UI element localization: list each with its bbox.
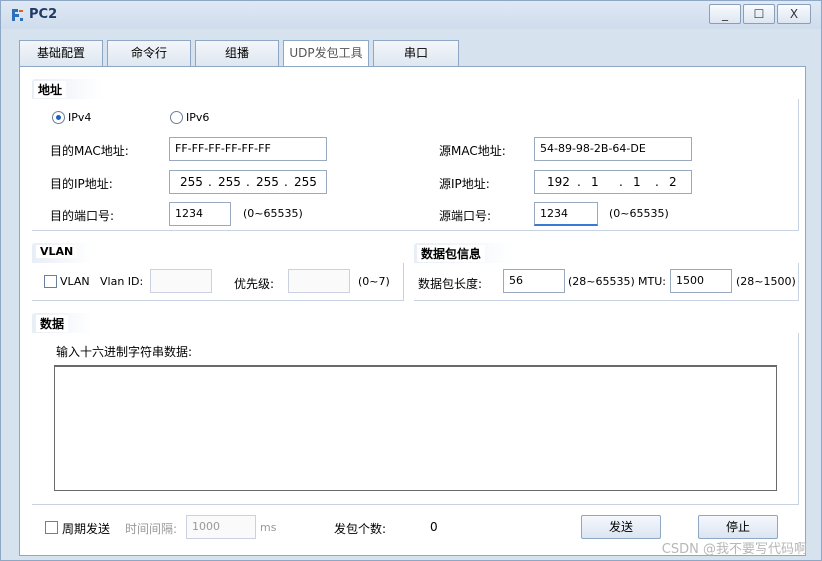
- dst-ip-input[interactable]: 255 . 255 . 255 . 255: [169, 170, 327, 194]
- src-ip-input[interactable]: 192 . 1 . 1 . 2: [534, 170, 692, 194]
- hex-data-label: 输入十六进制字符串数据:: [56, 345, 193, 359]
- stop-button[interactable]: 停止: [698, 515, 778, 539]
- length-label: 数据包长度:: [418, 277, 483, 291]
- tab-udp-tool[interactable]: UDP发包工具: [283, 40, 369, 68]
- mtu-range: (28~1500): [736, 275, 796, 288]
- packet-count-label: 发包个数:: [334, 522, 387, 536]
- title-bar[interactable]: PC2 _ ☐ X: [1, 1, 821, 29]
- address-group: IPv4 IPv6 目的MAC地址: FF-FF-FF-FF-FF-FF 源MA…: [32, 99, 799, 231]
- send-button[interactable]: 发送: [581, 515, 661, 539]
- minimize-button[interactable]: _: [709, 4, 741, 24]
- dst-mac-label: 目的MAC地址:: [50, 144, 129, 158]
- src-port-input[interactable]: 1234: [534, 202, 598, 226]
- dot: .: [284, 175, 288, 189]
- interval-input[interactable]: 1000: [186, 515, 256, 539]
- pc-app-icon: [12, 9, 23, 21]
- interval-unit: ms: [260, 521, 277, 534]
- ipv4-radio[interactable]: [52, 111, 65, 124]
- src-ip-octet-3: 1: [633, 175, 641, 189]
- window-title: PC2: [29, 7, 58, 22]
- priority-range: (0~7): [358, 275, 390, 288]
- mtu-input[interactable]: 1500: [670, 269, 732, 293]
- src-mac-input[interactable]: 54-89-98-2B-64-DE: [534, 137, 692, 161]
- hex-data-textarea[interactable]: [54, 365, 777, 491]
- priority-input[interactable]: [288, 269, 350, 293]
- vlan-id-label: Vlan ID:: [100, 275, 144, 288]
- dst-ip-octet-3: 255: [256, 175, 279, 189]
- vlan-checkbox[interactable]: [44, 275, 57, 288]
- priority-label: 优先级:: [234, 277, 275, 291]
- packet-count-value: 0: [430, 520, 438, 534]
- dot: .: [208, 175, 212, 189]
- vlan-checkbox-label: VLAN: [60, 275, 90, 288]
- dst-ip-octet-4: 255: [294, 175, 317, 189]
- dst-ip-octet-1: 255: [180, 175, 203, 189]
- vlan-id-input[interactable]: [150, 269, 212, 293]
- periodic-send-label: 周期发送: [62, 522, 111, 536]
- dst-port-range: (0~65535): [243, 207, 303, 220]
- tab-basic-config[interactable]: 基础配置: [19, 40, 103, 67]
- src-ip-octet-4: 2: [669, 175, 677, 189]
- dot: .: [577, 175, 581, 189]
- ipv4-label: IPv4: [68, 111, 92, 124]
- dot: .: [619, 175, 623, 189]
- data-group: 输入十六进制字符串数据:: [32, 333, 799, 505]
- dst-ip-label: 目的IP地址:: [50, 177, 113, 191]
- address-legend: 地址: [34, 81, 67, 98]
- udp-tool-panel: 地址 IPv4 IPv6 目的MAC地址: FF-FF-FF-FF-FF-FF …: [19, 66, 806, 556]
- src-ip-octet-2: 1: [591, 175, 599, 189]
- vlan-group: VLAN Vlan ID: 优先级: (0~7): [32, 263, 404, 301]
- packet-group: 数据包长度: 56 (28~65535) MTU: 1500 (28~1500): [414, 263, 799, 301]
- dot: .: [655, 175, 659, 189]
- dst-ip-octet-2: 255: [218, 175, 241, 189]
- data-legend: 数据: [36, 315, 69, 332]
- ipv6-radio[interactable]: [170, 111, 183, 124]
- mtu-label: MTU:: [638, 275, 666, 288]
- close-button[interactable]: X: [777, 4, 811, 24]
- dst-mac-input[interactable]: FF-FF-FF-FF-FF-FF: [169, 137, 327, 161]
- maximize-button[interactable]: ☐: [743, 4, 775, 24]
- length-input[interactable]: 56: [503, 269, 565, 293]
- packet-legend: 数据包信息: [417, 245, 486, 262]
- src-port-label: 源端口号:: [439, 209, 492, 223]
- tab-serial[interactable]: 串口: [373, 40, 459, 67]
- vlan-legend: VLAN: [36, 245, 78, 258]
- dst-port-input[interactable]: 1234: [169, 202, 231, 226]
- src-mac-label: 源MAC地址:: [439, 144, 506, 158]
- ipv6-label: IPv6: [186, 111, 210, 124]
- watermark: CSDN @我不要写代码啊: [661, 542, 807, 557]
- src-port-range: (0~65535): [609, 207, 669, 220]
- dst-port-label: 目的端口号:: [50, 209, 115, 223]
- dot: .: [246, 175, 250, 189]
- periodic-send-checkbox[interactable]: [45, 521, 58, 534]
- app-window: PC2 _ ☐ X 基础配置 命令行 组播 UDP发包工具 串口 地址 IPv4…: [0, 0, 822, 561]
- tab-command-line[interactable]: 命令行: [107, 40, 191, 67]
- tab-multicast[interactable]: 组播: [195, 40, 279, 67]
- src-ip-label: 源IP地址:: [439, 177, 490, 191]
- src-ip-octet-1: 192: [547, 175, 570, 189]
- interval-label: 时间间隔:: [125, 522, 178, 536]
- length-range: (28~65535): [568, 275, 635, 288]
